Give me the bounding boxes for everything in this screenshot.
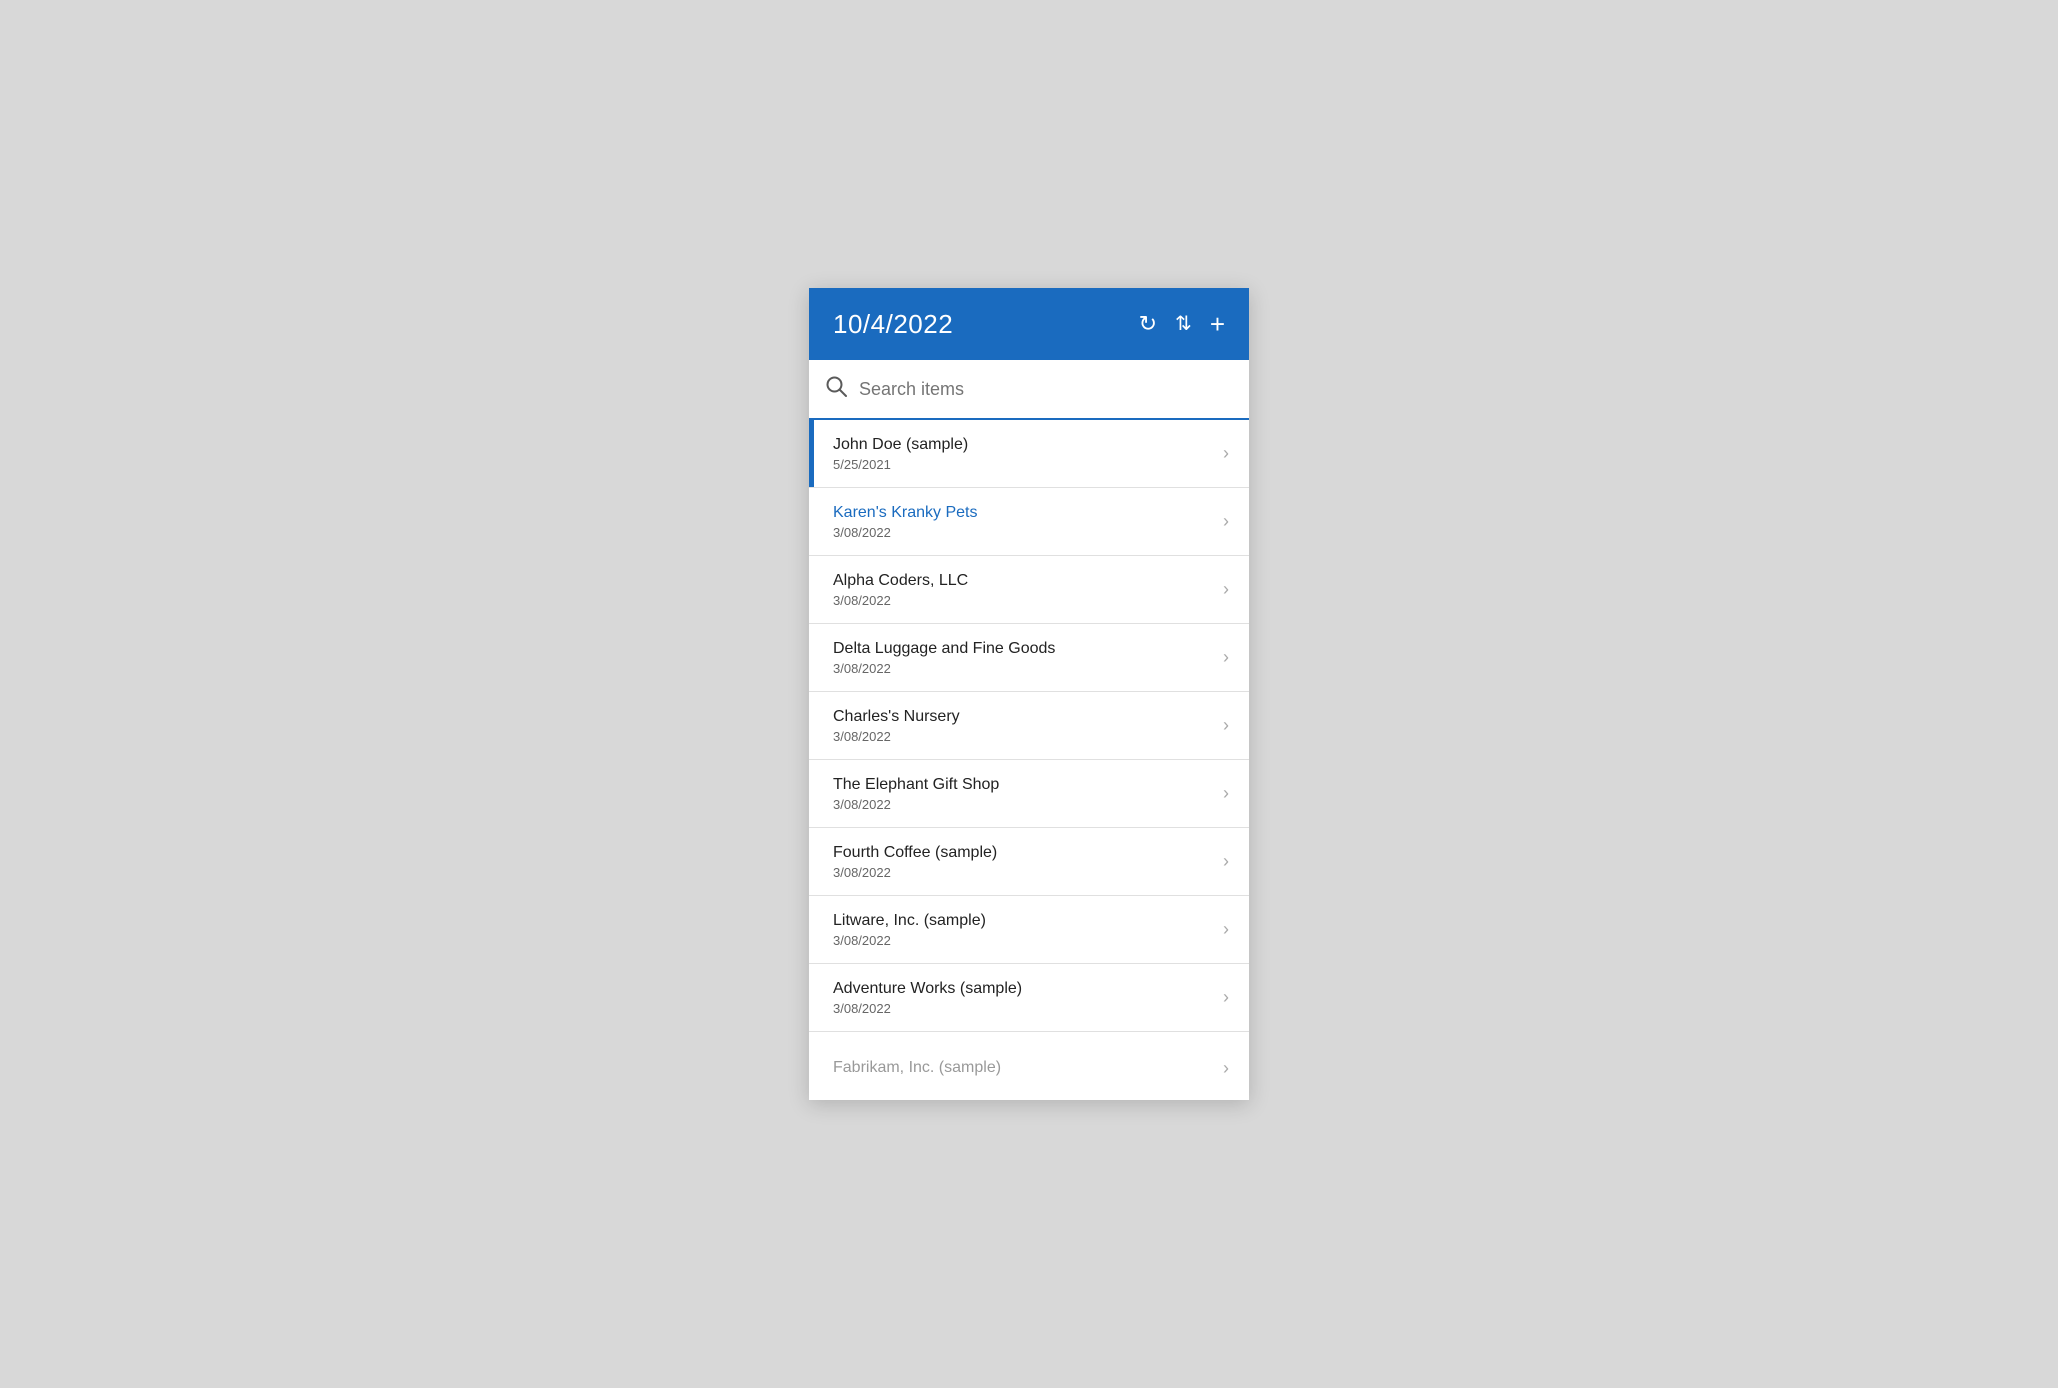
add-icon[interactable]: +	[1210, 311, 1225, 337]
items-list: John Doe (sample) 5/25/2021 › Karen's Kr…	[809, 420, 1249, 1100]
list-item-content: John Doe (sample) 5/25/2021	[833, 436, 968, 472]
list-item[interactable]: Delta Luggage and Fine Goods 3/08/2022 ›	[809, 624, 1249, 692]
header-actions: ↻ ⇅ +	[1139, 311, 1225, 337]
search-bar	[809, 360, 1249, 420]
item-name: Delta Luggage and Fine Goods	[833, 640, 1055, 658]
list-item-content: Fourth Coffee (sample) 3/08/2022	[833, 844, 997, 880]
list-item[interactable]: Fourth Coffee (sample) 3/08/2022 ›	[809, 828, 1249, 896]
chevron-right-icon: ›	[1223, 443, 1229, 464]
list-item-content: Fabrikam, Inc. (sample)	[833, 1059, 1001, 1077]
item-date: 3/08/2022	[833, 1001, 1022, 1016]
list-item[interactable]: Karen's Kranky Pets 3/08/2022 ›	[809, 488, 1249, 556]
list-item-content: Delta Luggage and Fine Goods 3/08/2022	[833, 640, 1055, 676]
list-item[interactable]: The Elephant Gift Shop 3/08/2022 ›	[809, 760, 1249, 828]
list-item-content: Karen's Kranky Pets 3/08/2022	[833, 504, 977, 540]
list-item-content: Charles's Nursery 3/08/2022	[833, 708, 960, 744]
item-date: 3/08/2022	[833, 593, 968, 608]
item-date: 5/25/2021	[833, 457, 968, 472]
item-name: Alpha Coders, LLC	[833, 572, 968, 590]
list-item[interactable]: Charles's Nursery 3/08/2022 ›	[809, 692, 1249, 760]
item-date: 3/08/2022	[833, 933, 986, 948]
chevron-right-icon: ›	[1223, 851, 1229, 872]
chevron-right-icon: ›	[1223, 511, 1229, 532]
chevron-right-icon: ›	[1223, 579, 1229, 600]
header-title: 10/4/2022	[833, 309, 953, 340]
header: 10/4/2022 ↻ ⇅ +	[809, 288, 1249, 360]
list-item[interactable]: John Doe (sample) 5/25/2021 ›	[809, 420, 1249, 488]
list-item-content: Alpha Coders, LLC 3/08/2022	[833, 572, 968, 608]
list-item[interactable]: Adventure Works (sample) 3/08/2022 ›	[809, 964, 1249, 1032]
chevron-right-icon: ›	[1223, 1058, 1229, 1079]
chevron-right-icon: ›	[1223, 987, 1229, 1008]
search-icon	[825, 375, 847, 403]
list-item-content: Litware, Inc. (sample) 3/08/2022	[833, 912, 986, 948]
item-name: Litware, Inc. (sample)	[833, 912, 986, 930]
chevron-right-icon: ›	[1223, 715, 1229, 736]
item-date: 3/08/2022	[833, 661, 1055, 676]
item-name: Charles's Nursery	[833, 708, 960, 726]
item-name: Adventure Works (sample)	[833, 980, 1022, 998]
list-item-content: Adventure Works (sample) 3/08/2022	[833, 980, 1022, 1016]
item-date: 3/08/2022	[833, 865, 997, 880]
list-item-content: The Elephant Gift Shop 3/08/2022	[833, 776, 999, 812]
item-name: The Elephant Gift Shop	[833, 776, 999, 794]
item-name: Fourth Coffee (sample)	[833, 844, 997, 862]
refresh-icon[interactable]: ↻	[1139, 313, 1157, 335]
chevron-right-icon: ›	[1223, 783, 1229, 804]
item-date: 3/08/2022	[833, 797, 999, 812]
list-item[interactable]: Litware, Inc. (sample) 3/08/2022 ›	[809, 896, 1249, 964]
phone-container: 10/4/2022 ↻ ⇅ + John Doe (sample) 5/25/2…	[809, 288, 1249, 1100]
item-name: Fabrikam, Inc. (sample)	[833, 1059, 1001, 1077]
chevron-right-icon: ›	[1223, 647, 1229, 668]
sort-icon[interactable]: ⇅	[1175, 314, 1192, 334]
list-item[interactable]: Alpha Coders, LLC 3/08/2022 ›	[809, 556, 1249, 624]
item-date: 3/08/2022	[833, 729, 960, 744]
item-name: John Doe (sample)	[833, 436, 968, 454]
search-input[interactable]	[859, 379, 1233, 400]
list-item[interactable]: Fabrikam, Inc. (sample) ›	[809, 1032, 1249, 1100]
item-name: Karen's Kranky Pets	[833, 504, 977, 522]
chevron-right-icon: ›	[1223, 919, 1229, 940]
item-date: 3/08/2022	[833, 525, 977, 540]
